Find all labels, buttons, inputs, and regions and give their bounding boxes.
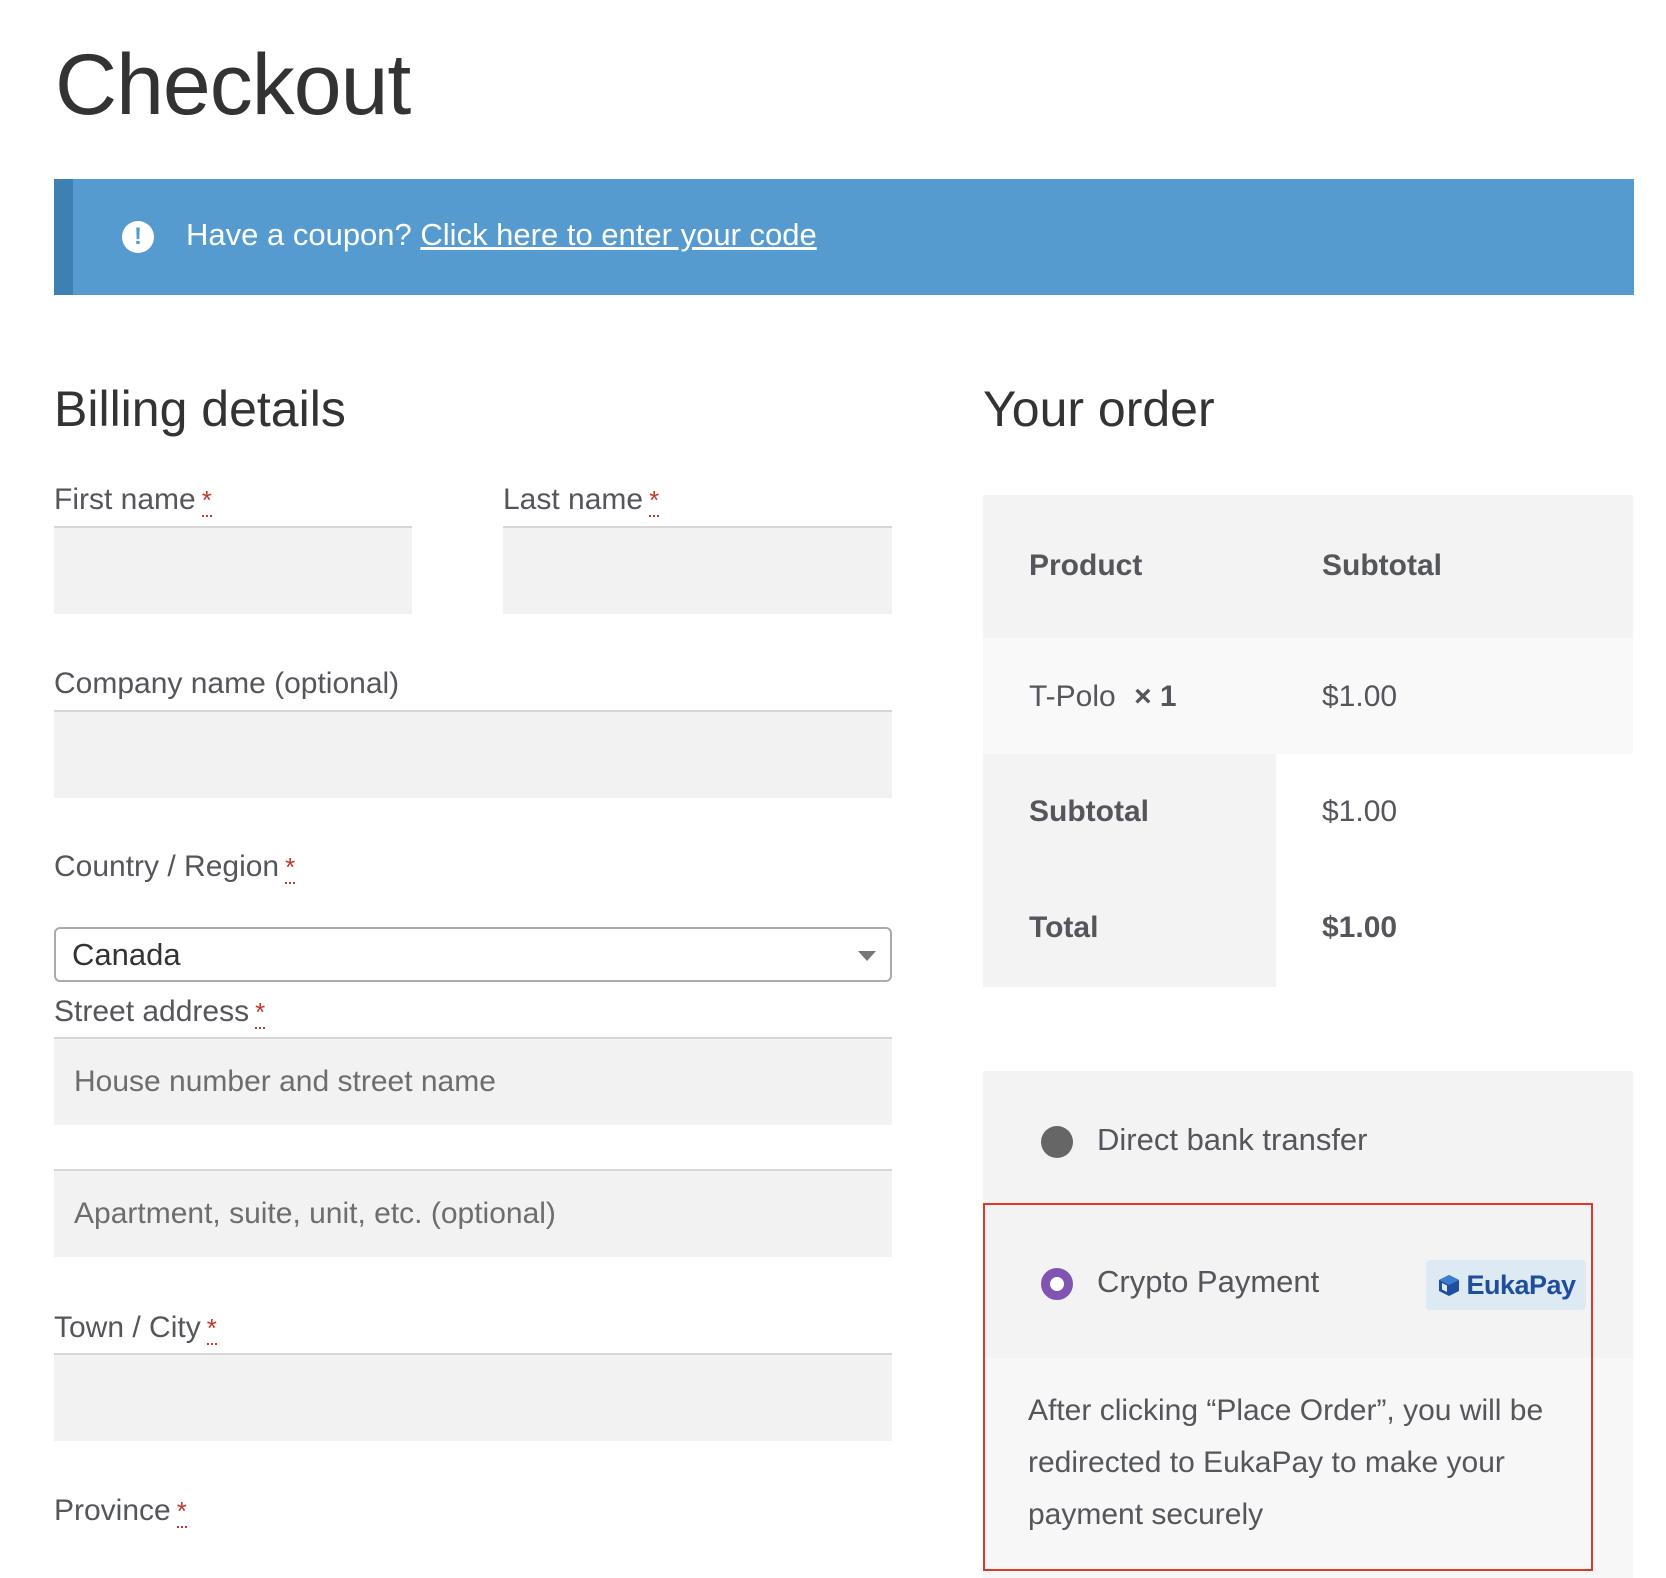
country-label: Country / Region * (54, 850, 296, 884)
country-select[interactable]: Canada (54, 927, 892, 982)
highlight-box (983, 1203, 1593, 1571)
country-value: Canada (72, 936, 181, 972)
order-item-subtotal: $1.00 (1322, 680, 1398, 713)
first-name-label-text: First name (54, 483, 196, 516)
city-label-text: Town / City (54, 1311, 201, 1344)
street-placeholder: House number and street name (74, 1065, 496, 1098)
country-label-text: Country / Region (54, 850, 280, 883)
billing-heading: Billing details (54, 381, 346, 437)
city-field[interactable] (54, 1353, 892, 1441)
province-label-text: Province (54, 1494, 171, 1527)
required-mark: * (255, 997, 266, 1029)
first-name-label: First name * (54, 483, 212, 517)
apartment-placeholder: Apartment, suite, unit, etc. (optional) (74, 1197, 556, 1230)
street-address-field[interactable]: House number and street name (54, 1037, 892, 1125)
coupon-text: Have a coupon? (186, 217, 412, 252)
payment-method-direct-bank[interactable]: Direct bank transfer (1097, 1122, 1368, 1158)
required-mark: * (201, 485, 212, 517)
province-label: Province * (54, 1494, 187, 1528)
required-mark: * (649, 485, 660, 517)
street-label-text: Street address (54, 995, 250, 1028)
subtotal-value: $1.00 (1322, 795, 1398, 828)
info-icon: ! (122, 221, 154, 253)
order-totals-labels-bg (983, 754, 1276, 987)
last-name-label-text: Last name (503, 483, 644, 516)
city-label: Town / City * (54, 1311, 217, 1345)
radio-direct-bank[interactable] (1041, 1126, 1073, 1158)
coupon-notice: ! Have a coupon? Click here to enter you… (54, 179, 1634, 295)
required-mark: * (285, 852, 296, 884)
last-name-label: Last name * (503, 483, 660, 517)
coupon-link[interactable]: Click here to enter your code (420, 217, 816, 252)
company-label: Company name (optional) (54, 667, 400, 700)
order-heading: Your order (983, 381, 1215, 437)
subtotal-label: Subtotal (1029, 795, 1149, 828)
first-name-field[interactable] (54, 526, 412, 614)
order-item-name: T-Polo × 1 (1029, 680, 1177, 714)
product-name: T-Polo (1029, 680, 1116, 713)
required-mark: * (206, 1313, 217, 1345)
page-title: Checkout (55, 37, 411, 133)
coupon-message: Have a coupon? Click here to enter your … (186, 217, 817, 253)
apartment-field[interactable]: Apartment, suite, unit, etc. (optional) (54, 1169, 892, 1257)
total-value: $1.00 (1322, 911, 1398, 944)
required-mark: * (176, 1496, 187, 1528)
product-qty: × 1 (1134, 680, 1177, 713)
col-product: Product (1029, 549, 1143, 582)
col-subtotal: Subtotal (1322, 549, 1442, 582)
last-name-field[interactable] (503, 526, 892, 614)
total-label: Total (1029, 911, 1099, 944)
street-label: Street address * (54, 995, 266, 1029)
company-field[interactable] (54, 710, 892, 798)
chevron-down-icon (858, 951, 876, 961)
